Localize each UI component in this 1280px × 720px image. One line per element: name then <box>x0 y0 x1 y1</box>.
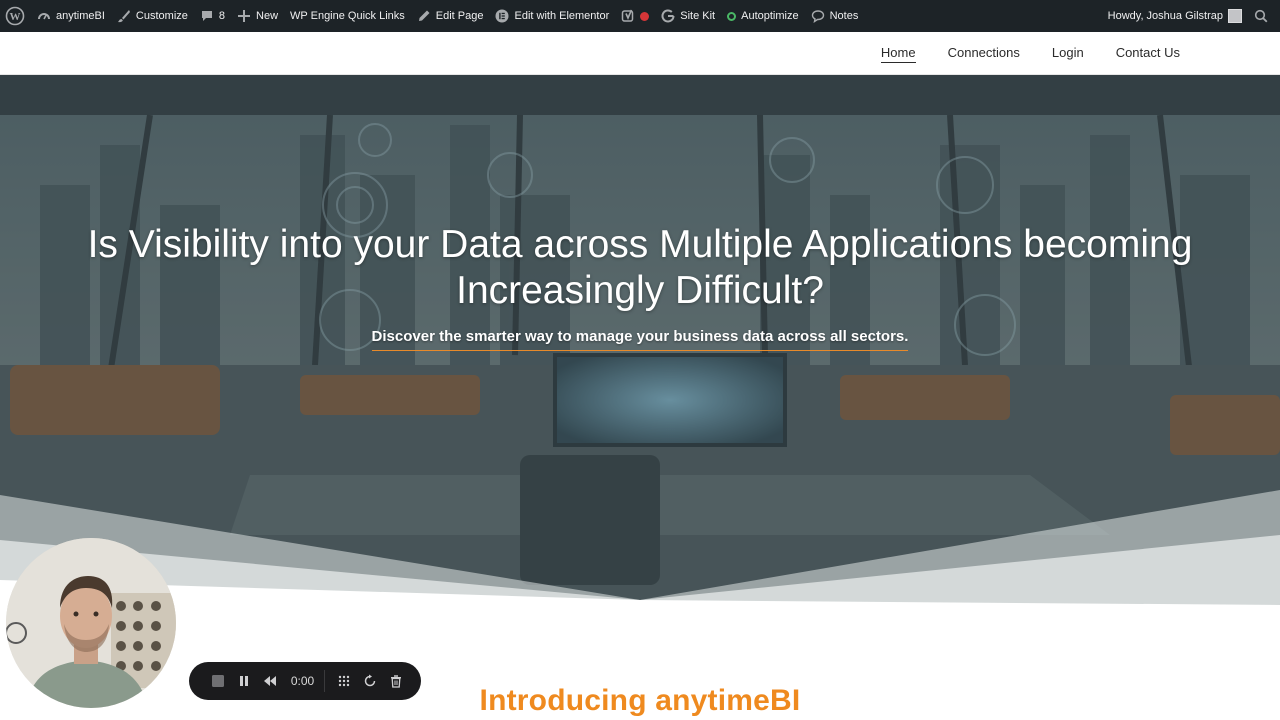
trash-icon <box>390 675 401 688</box>
nav-item-contact-us[interactable]: Contact Us <box>1116 45 1180 62</box>
site-kit-label: Site Kit <box>680 10 716 22</box>
comments-count: 8 <box>218 10 226 22</box>
dashboard-icon <box>38 13 50 20</box>
nav-item-connections[interactable]: Connections <box>948 45 1020 62</box>
wp-admin-bar: W anytimeBI Customize 8 New WP Engine Qu… <box>0 0 1280 32</box>
avatar <box>1228 9 1242 23</box>
recording-controls: 0:00 <box>189 662 421 700</box>
svg-text:W: W <box>10 11 21 23</box>
seo-status-dot-icon <box>640 11 650 21</box>
admin-bar-customize[interactable]: Customize <box>111 0 194 32</box>
google-g-icon <box>661 9 675 23</box>
elementor-label: Edit with Elementor <box>514 10 610 22</box>
brush-icon <box>117 10 130 23</box>
admin-bar-elementor[interactable]: Edit with Elementor <box>489 0 615 32</box>
admin-bar-search[interactable] <box>1248 0 1280 32</box>
restart-icon <box>364 674 376 687</box>
comment-bubble-icon <box>201 11 212 21</box>
wordpress-logo-icon[interactable]: W <box>0 0 31 32</box>
autoptimize-label: Autoptimize <box>741 10 799 22</box>
hero-section: Is Visibility into your Data across Mult… <box>0 75 1280 625</box>
hero-subtitle-wrap: Discover the smarter way to manage your … <box>0 328 1280 351</box>
presenter-video-image <box>6 538 176 708</box>
site-header: Home Connections Login Contact Us <box>0 32 1280 75</box>
admin-bar-notes[interactable]: Notes <box>805 0 865 32</box>
speech-bubble-icon <box>811 10 824 23</box>
admin-bar-site-kit[interactable]: Site Kit <box>655 0 721 32</box>
pause-icon <box>239 676 248 686</box>
pencil-icon <box>418 10 430 21</box>
site-name-label: anytimeBI <box>56 10 105 22</box>
delete-recording-button[interactable] <box>383 662 409 700</box>
restart-button[interactable] <box>357 662 383 700</box>
edit-page-label: Edit Page <box>435 10 484 22</box>
stop-recording-button[interactable] <box>205 662 231 700</box>
admin-bar-new[interactable]: New <box>231 0 284 32</box>
admin-bar-wp-engine[interactable]: WP Engine Quick Links <box>284 0 411 32</box>
admin-bar-my-account[interactable]: Howdy, Joshua Gilstrap <box>1102 0 1248 32</box>
drawing-tool-button[interactable] <box>331 662 357 700</box>
autoptimize-status-icon <box>727 11 737 21</box>
hero-subtitle: Discover the smarter way to manage your … <box>371 328 909 351</box>
grid-dots-icon <box>338 675 350 687</box>
admin-bar-edit-page[interactable]: Edit Page <box>411 0 490 32</box>
nav-item-login[interactable]: Login <box>1052 45 1084 62</box>
main-navigation: Home Connections Login Contact Us <box>880 32 1180 75</box>
plus-icon <box>238 10 251 22</box>
pause-button[interactable] <box>231 662 257 700</box>
stop-icon <box>211 675 224 687</box>
rewind-icon <box>263 676 276 686</box>
greeting-label: Howdy, Joshua Gilstrap <box>1107 10 1223 22</box>
nav-item-home[interactable]: Home <box>880 45 916 63</box>
webcam-bubble[interactable] <box>6 538 176 708</box>
toolbar-divider <box>324 670 326 692</box>
yoast-seo-icon <box>622 9 634 22</box>
admin-bar-comments[interactable]: 8 <box>194 0 231 32</box>
new-label: New <box>256 10 279 22</box>
rewind-button[interactable] <box>257 662 283 700</box>
admin-bar-site-name[interactable]: anytimeBI <box>31 0 111 32</box>
search-icon <box>1254 9 1268 23</box>
notes-label: Notes <box>829 10 859 22</box>
admin-bar-yoast[interactable] <box>615 0 655 32</box>
hero-title: Is Visibility into your Data across Mult… <box>87 223 1193 312</box>
customize-label: Customize <box>135 10 188 22</box>
wp-engine-label: WP Engine Quick Links <box>290 10 405 22</box>
recording-timer: 0:00 <box>290 674 315 688</box>
admin-bar-autoptimize[interactable]: Autoptimize <box>721 0 804 32</box>
elementor-icon <box>495 9 509 23</box>
